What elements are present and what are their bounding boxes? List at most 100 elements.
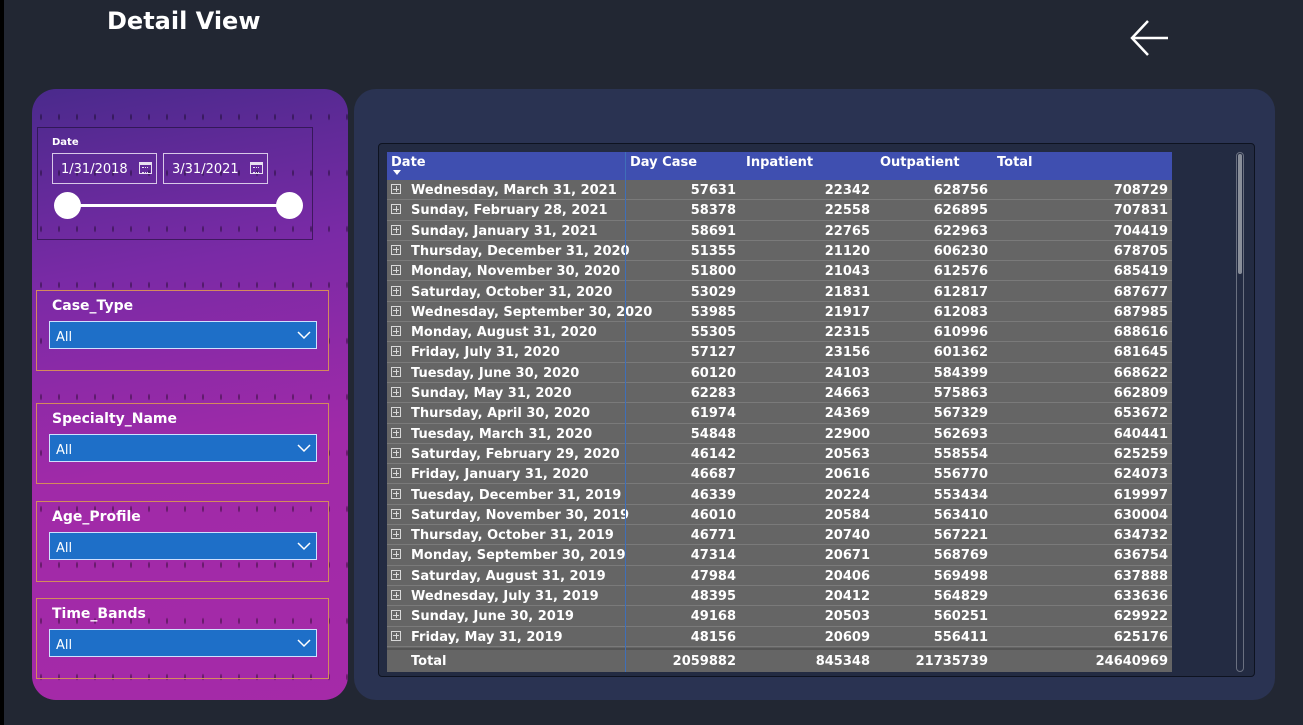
- specialty-name-dropdown[interactable]: All: [49, 434, 317, 462]
- expand-plus-icon[interactable]: [391, 427, 401, 438]
- row-outpatient: 564829: [933, 589, 988, 604]
- slider-end-handle[interactable]: [276, 192, 303, 219]
- table-row[interactable]: Sunday, February 28, 2021 58378 22558 62689…: [387, 200, 1172, 221]
- column-divider: [625, 152, 626, 672]
- expand-plus-icon[interactable]: [391, 366, 401, 377]
- table-row[interactable]: Tuesday, December 31, 2019 46339 20224 5534…: [387, 485, 1172, 505]
- slider-start-handle[interactable]: [54, 192, 81, 219]
- date-range-slider-track[interactable]: [68, 204, 290, 207]
- expand-plus-icon[interactable]: [391, 590, 401, 600]
- start-date-input[interactable]: 1/31/2018: [52, 153, 157, 184]
- time-bands-dropdown[interactable]: All: [49, 629, 317, 657]
- column-header-inpatient[interactable]: Inpatient: [746, 155, 813, 170]
- table-row[interactable]: Saturday, October 31, 2020 53029 21831 6128…: [387, 282, 1172, 302]
- expand-plus-icon[interactable]: [391, 204, 401, 215]
- row-inpatient: 21831: [824, 284, 870, 300]
- row-day-case: 46142: [690, 446, 736, 462]
- table-row[interactable]: Friday, July 31, 2020 57127 23156 601362 681…: [387, 342, 1172, 363]
- table-row[interactable]: Thursday, December 31, 2020 51355 21120 606…: [387, 241, 1172, 262]
- matrix-table: Date Day Case Inpatient Outpatient Total…: [387, 152, 1172, 672]
- table-row[interactable]: Friday, January 31, 2020 46687 20616 556770…: [387, 464, 1172, 485]
- expand-plus-icon[interactable]: [391, 610, 401, 621]
- report-canvas: Detail View Date 1/31/2018 3/31/2021 Cas…: [4, 0, 1303, 725]
- table-row[interactable]: Sunday, May 31, 2020 62283 24663 575863 6628…: [387, 383, 1172, 404]
- column-header-outpatient[interactable]: Outpatient: [880, 155, 960, 170]
- row-inpatient: 20584: [824, 507, 870, 523]
- table-row[interactable]: Monday, August 31, 2020 55305 22315 610996 6…: [387, 322, 1172, 343]
- row-date: Wednesday, September 30, 2020: [411, 304, 653, 320]
- row-date: Friday, May 31, 2019: [411, 629, 563, 645]
- case-type-dropdown[interactable]: All: [49, 321, 317, 349]
- expand-plus-icon[interactable]: [391, 630, 401, 641]
- row-total: 633636: [1113, 589, 1168, 604]
- table-row[interactable]: Thursday, April 30, 2020 61974 24369 567329…: [387, 403, 1172, 424]
- expand-plus-icon[interactable]: [391, 407, 401, 418]
- back-arrow-icon: [1130, 20, 1168, 56]
- table-row[interactable]: Monday, November 30, 2020 51800 21043 61257…: [387, 261, 1172, 282]
- row-outpatient: 567329: [933, 406, 988, 422]
- table-row[interactable]: Sunday, June 30, 2019 49168 20503 560251 629…: [387, 606, 1172, 627]
- expand-plus-icon[interactable]: [391, 488, 401, 499]
- expand-plus-icon[interactable]: [391, 244, 401, 255]
- table-row[interactable]: Monday, September 30, 2019 47314 20671 5687…: [387, 545, 1172, 566]
- row-inpatient: 20740: [824, 528, 870, 544]
- table-row[interactable]: Tuesday, June 30, 2020 60120 24103 584399 66…: [387, 363, 1172, 383]
- row-day-case: 47984: [690, 568, 736, 584]
- expand-plus-icon[interactable]: [391, 265, 401, 276]
- expand-plus-icon[interactable]: [391, 285, 401, 296]
- table-row[interactable]: Saturday, August 31, 2019 47984 20406 56949…: [387, 566, 1172, 586]
- row-outpatient: 560251: [933, 609, 988, 625]
- expand-plus-icon[interactable]: [391, 224, 401, 235]
- row-day-case: 48395: [690, 589, 736, 604]
- row-total: 707831: [1113, 203, 1168, 219]
- expand-plus-icon[interactable]: [391, 549, 401, 560]
- expand-plus-icon[interactable]: [391, 508, 401, 519]
- table-row[interactable]: Saturday, November 30, 2019 46010 20584 563…: [387, 505, 1172, 526]
- table-row[interactable]: Sunday, January 31, 2021 58691 22765 622963…: [387, 221, 1172, 241]
- row-total: 634732: [1113, 528, 1168, 544]
- column-header-day-case[interactable]: Day Case: [630, 155, 697, 170]
- column-header-date[interactable]: Date: [391, 155, 426, 170]
- row-outpatient: 626895: [933, 203, 988, 219]
- calendar-icon[interactable]: [250, 162, 263, 174]
- table-row[interactable]: Friday, May 31, 2019 48156 20609 556411 6251…: [387, 627, 1172, 647]
- expand-plus-icon[interactable]: [391, 529, 401, 540]
- expand-plus-icon[interactable]: [391, 468, 401, 479]
- row-total: 688616: [1113, 325, 1168, 341]
- scrollbar-thumb[interactable]: [1238, 154, 1242, 274]
- table-row[interactable]: Wednesday, July 31, 2019 48395 20412 564829…: [387, 586, 1172, 607]
- vertical-scrollbar[interactable]: [1236, 152, 1244, 672]
- row-inpatient: 21120: [824, 243, 870, 259]
- expand-plus-icon[interactable]: [391, 305, 401, 316]
- row-outpatient: 622963: [933, 223, 988, 239]
- table-row[interactable]: Wednesday, September 30, 2020 53985 21917 6…: [387, 302, 1172, 323]
- row-day-case: 62283: [690, 386, 736, 401]
- table-row[interactable]: Tuesday, March 31, 2020 54848 22900 562693 6…: [387, 424, 1172, 444]
- calendar-icon[interactable]: [139, 162, 152, 174]
- row-outpatient: 563410: [933, 507, 988, 523]
- expand-plus-icon[interactable]: [391, 326, 401, 337]
- expand-plus-icon[interactable]: [391, 447, 401, 458]
- expand-plus-icon[interactable]: [391, 569, 401, 580]
- row-day-case: 57127: [690, 345, 736, 361]
- table-body: Wednesday, March 31, 2021 57631 22342 62875…: [387, 180, 1172, 648]
- expand-plus-icon[interactable]: [391, 184, 401, 194]
- row-outpatient: 601362: [933, 345, 988, 361]
- table-row[interactable]: Thursday, October 31, 2019 46771 20740 5672…: [387, 525, 1172, 546]
- expand-plus-icon[interactable]: [391, 387, 401, 397]
- row-date: Saturday, February 29, 2020: [411, 446, 620, 462]
- row-inpatient: 22558: [824, 203, 870, 219]
- back-button[interactable]: [1126, 15, 1172, 61]
- age-profile-dropdown[interactable]: All: [49, 532, 317, 560]
- expand-plus-icon[interactable]: [391, 346, 401, 357]
- table-row[interactable]: Saturday, February 29, 2020 46142 20563 558…: [387, 444, 1172, 465]
- column-header-total[interactable]: Total: [997, 155, 1033, 170]
- row-day-case: 55305: [690, 325, 736, 341]
- row-total: 619997: [1113, 487, 1168, 503]
- page-title: Detail View: [107, 7, 261, 35]
- row-outpatient: 612083: [933, 304, 988, 320]
- row-total: 637888: [1113, 568, 1168, 584]
- dropdown-value: All: [56, 443, 73, 458]
- table-row[interactable]: Wednesday, March 31, 2021 57631 22342 62875…: [387, 180, 1172, 201]
- end-date-input[interactable]: 3/31/2021: [163, 153, 268, 184]
